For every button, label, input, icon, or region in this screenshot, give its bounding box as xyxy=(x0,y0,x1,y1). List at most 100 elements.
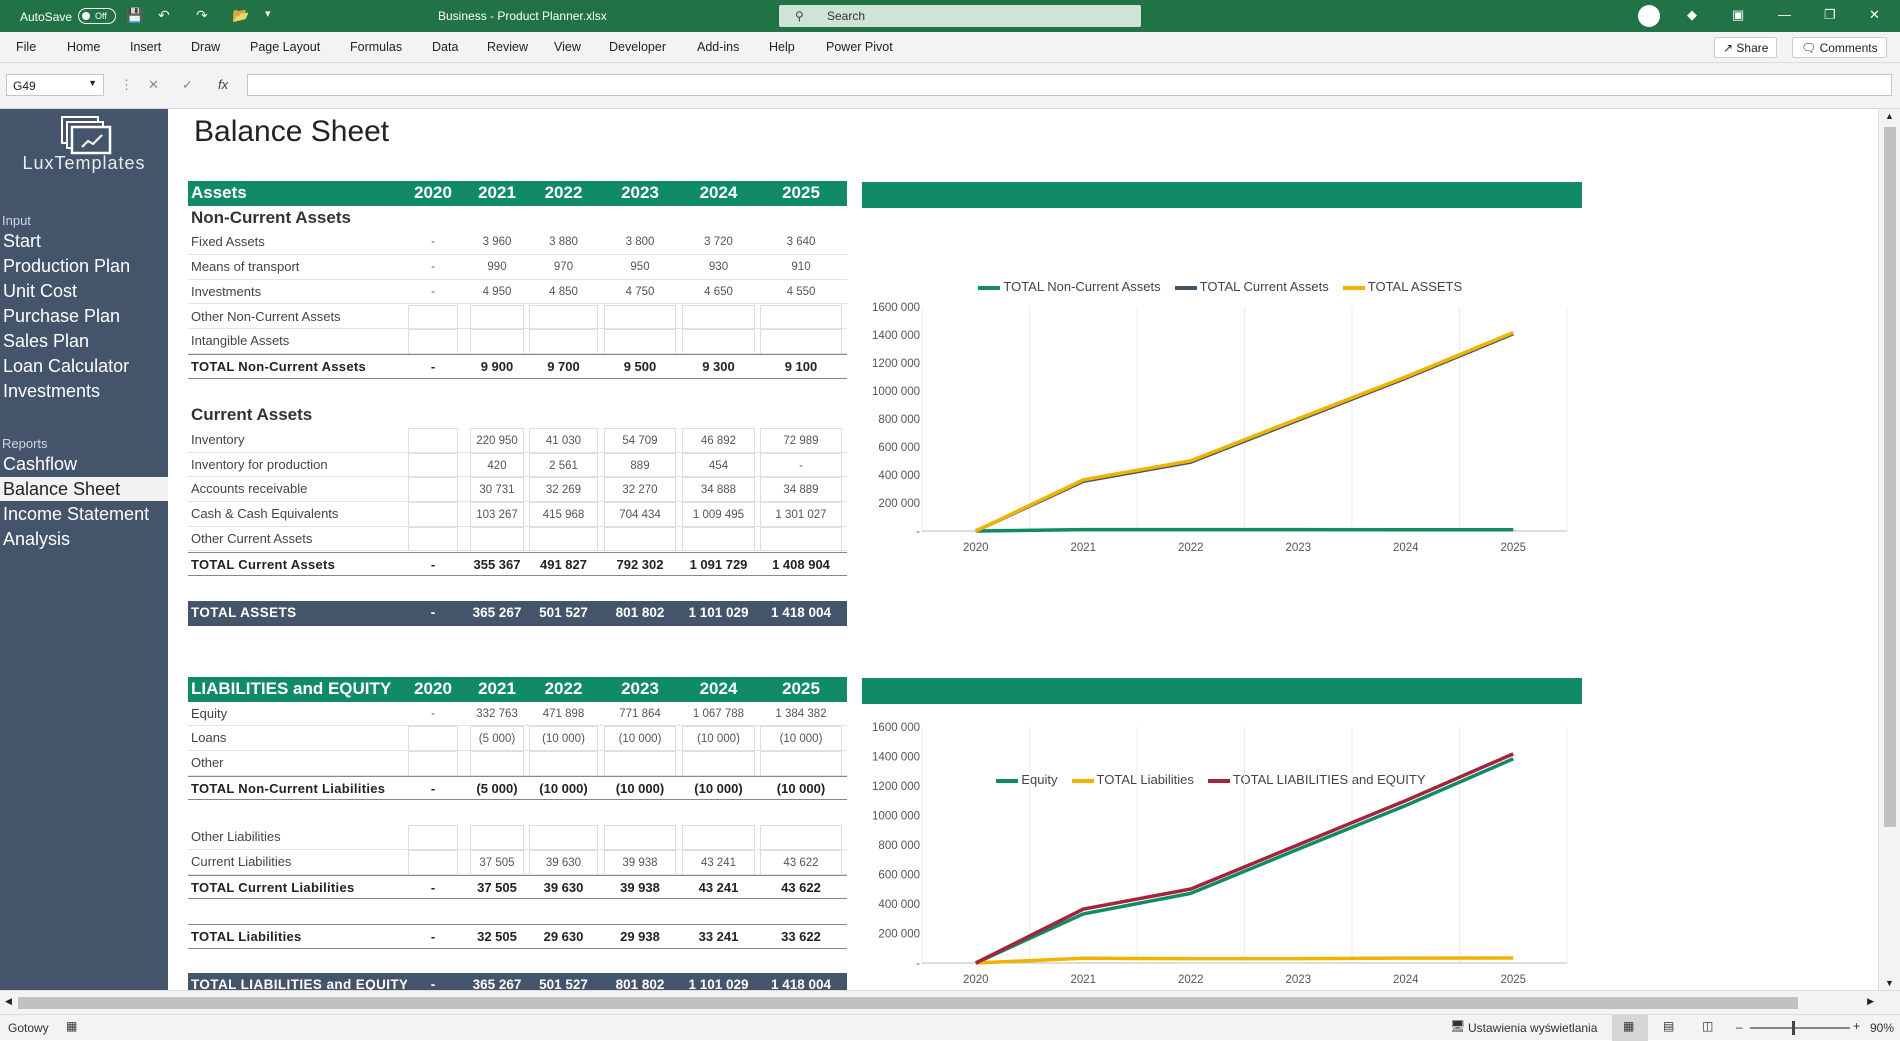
total-noncurrent-liabilities-row-cell[interactable]: (10 000) xyxy=(529,777,598,802)
search-box[interactable]: ⚲ Search xyxy=(779,5,1141,27)
table-row-cell[interactable] xyxy=(604,304,676,330)
table-row-cell[interactable]: 32 269 xyxy=(529,477,598,503)
assets-chart[interactable]: TOTAL Non-Current Assets TOTAL Current As… xyxy=(862,209,1582,559)
table-row-cell[interactable] xyxy=(760,329,842,354)
table-row-cell[interactable] xyxy=(760,526,842,552)
total-assets-row-cell[interactable]: 1 418 004 xyxy=(760,601,842,626)
table-row-cell[interactable]: 471 898 xyxy=(529,702,598,727)
total-liabilities-row-cell[interactable]: - xyxy=(408,925,458,950)
zoom-out-icon[interactable]: – xyxy=(1736,1020,1743,1034)
table-row-cell[interactable]: (10 000) xyxy=(529,726,598,752)
table-row-cell[interactable] xyxy=(408,428,458,453)
table-row-cell[interactable]: 103 267 xyxy=(470,502,524,527)
total-noncurrent-assets-row-cell[interactable]: 9 900 xyxy=(470,355,524,380)
table-row-cell[interactable]: 4 650 xyxy=(682,280,755,305)
total-current-liabilities-row-cell[interactable]: - xyxy=(408,876,458,901)
table-row-cell[interactable] xyxy=(408,329,458,354)
table-row-cell[interactable]: 1 301 027 xyxy=(760,502,842,527)
table-row-cell[interactable]: 990 xyxy=(470,255,524,280)
nav-investments[interactable]: Investments xyxy=(0,379,168,403)
table-row-cell[interactable]: 37 505 xyxy=(470,849,524,875)
nav-loan-calculator[interactable]: Loan Calculator xyxy=(0,354,168,378)
table-row-cell[interactable] xyxy=(682,825,755,850)
table-row-cell[interactable]: (10 000) xyxy=(604,726,676,752)
cancel-icon[interactable]: ✕ xyxy=(148,77,159,93)
liabilities-chart[interactable]: Equity TOTAL Liabilities TOTAL LIABILITIES… xyxy=(862,705,1582,990)
table-row-cell[interactable]: 910 xyxy=(760,255,842,280)
nav-sales-plan[interactable]: Sales Plan xyxy=(0,329,168,353)
horizontal-scroll-thumb[interactable] xyxy=(18,997,1798,1009)
open-icon[interactable]: 📂 xyxy=(232,7,249,24)
table-row-cell[interactable] xyxy=(529,751,598,776)
table-row-cell[interactable]: 34 889 xyxy=(760,477,842,503)
scroll-left-icon[interactable]: ◀ xyxy=(5,996,12,1007)
total-liabilities-equity-row-cell[interactable]: 501 527 xyxy=(529,973,598,990)
table-row-cell[interactable] xyxy=(760,751,842,776)
nav-analysis[interactable]: Analysis xyxy=(0,527,168,551)
customize-icon[interactable]: ▾ xyxy=(265,7,271,20)
display-settings-icon[interactable]: 🖥 xyxy=(1450,1019,1465,1033)
total-current-assets-row-cell[interactable]: 1 408 904 xyxy=(760,553,842,578)
total-noncurrent-liabilities-row-cell[interactable]: (10 000) xyxy=(682,777,755,802)
table-row-cell[interactable] xyxy=(470,751,524,776)
table-row-cell[interactable]: (10 000) xyxy=(682,726,755,752)
table-row-cell[interactable] xyxy=(408,726,458,752)
table-row-cell[interactable]: 34 888 xyxy=(682,477,755,503)
nav-unit-cost[interactable]: Unit Cost xyxy=(0,279,168,303)
table-row-cell[interactable]: 771 864 xyxy=(604,702,676,727)
comments-button[interactable]: 🗨 Comments xyxy=(1792,37,1887,58)
table-row-cell[interactable] xyxy=(408,751,458,776)
table-row-cell[interactable]: 3 880 xyxy=(529,230,598,255)
table-row-cell[interactable] xyxy=(529,526,598,552)
table-row-cell[interactable]: 46 892 xyxy=(682,428,755,453)
scroll-down-icon[interactable]: ▼ xyxy=(1885,978,1894,988)
table-row-cell[interactable]: 332 763 xyxy=(470,702,524,727)
scroll-up-icon[interactable]: ▲ xyxy=(1885,111,1894,121)
table-row-cell[interactable]: 454 xyxy=(682,452,755,478)
restore-icon[interactable]: ❐ xyxy=(1824,7,1836,23)
save-icon[interactable]: 💾 xyxy=(126,7,143,24)
table-row-cell[interactable]: 39 630 xyxy=(529,849,598,875)
table-row-cell[interactable] xyxy=(408,825,458,850)
zoom-slider[interactable] xyxy=(1750,1027,1850,1029)
total-liabilities-row-cell[interactable]: 32 505 xyxy=(470,925,524,950)
menu-page-layout[interactable]: Page Layout xyxy=(250,40,320,54)
total-liabilities-equity-row-cell[interactable]: 1 418 004 xyxy=(760,973,842,990)
function-icon[interactable]: fx xyxy=(218,77,228,92)
table-row-cell[interactable]: 4 950 xyxy=(470,280,524,305)
nav-income-statement[interactable]: Income Statement xyxy=(0,502,168,526)
total-current-assets-row-cell[interactable]: 1 091 729 xyxy=(682,553,755,578)
scroll-right-icon[interactable]: ▶ xyxy=(1867,996,1874,1007)
table-row-cell[interactable]: - xyxy=(408,230,458,255)
table-row-cell[interactable]: 220 950 xyxy=(470,428,524,453)
minimize-icon[interactable]: — xyxy=(1778,7,1791,22)
nav-balance-sheet[interactable]: Balance Sheet xyxy=(0,477,168,501)
table-row-cell[interactable]: 54 709 xyxy=(604,428,676,453)
total-noncurrent-assets-row-cell[interactable]: 9 700 xyxy=(529,355,598,380)
autosave-toggle[interactable]: Off xyxy=(78,8,116,24)
nav-production-plan[interactable]: Production Plan xyxy=(0,254,168,278)
total-assets-row-cell[interactable]: 501 527 xyxy=(529,601,598,626)
total-noncurrent-assets-row-cell[interactable]: 9 300 xyxy=(682,355,755,380)
nav-purchase-plan[interactable]: Purchase Plan xyxy=(0,304,168,328)
table-row-cell[interactable]: 2 561 xyxy=(529,452,598,478)
table-row-cell[interactable]: 3 960 xyxy=(470,230,524,255)
table-row-cell[interactable]: 3 800 xyxy=(604,230,676,255)
table-row-cell[interactable]: - xyxy=(760,452,842,478)
table-row-cell[interactable] xyxy=(682,329,755,354)
table-row-cell[interactable]: - xyxy=(408,255,458,280)
table-row-cell[interactable] xyxy=(529,304,598,330)
total-liabilities-equity-row-cell[interactable]: 1 101 029 xyxy=(682,973,755,990)
table-row-cell[interactable]: 4 850 xyxy=(529,280,598,305)
table-row-cell[interactable]: 420 xyxy=(470,452,524,478)
menu-add-ins[interactable]: Add-ins xyxy=(697,40,739,54)
total-liabilities-equity-row-cell[interactable]: 801 802 xyxy=(604,973,676,990)
table-row-cell[interactable] xyxy=(604,825,676,850)
table-row-cell[interactable]: 1 067 788 xyxy=(682,702,755,727)
total-noncurrent-liabilities-row-cell[interactable]: - xyxy=(408,777,458,802)
menu-insert[interactable]: Insert xyxy=(130,40,161,54)
series-line-0[interactable] xyxy=(975,527,1514,533)
menu-draw[interactable]: Draw xyxy=(191,40,220,54)
table-row-cell[interactable]: 39 938 xyxy=(604,849,676,875)
table-row-cell[interactable]: 4 750 xyxy=(604,280,676,305)
